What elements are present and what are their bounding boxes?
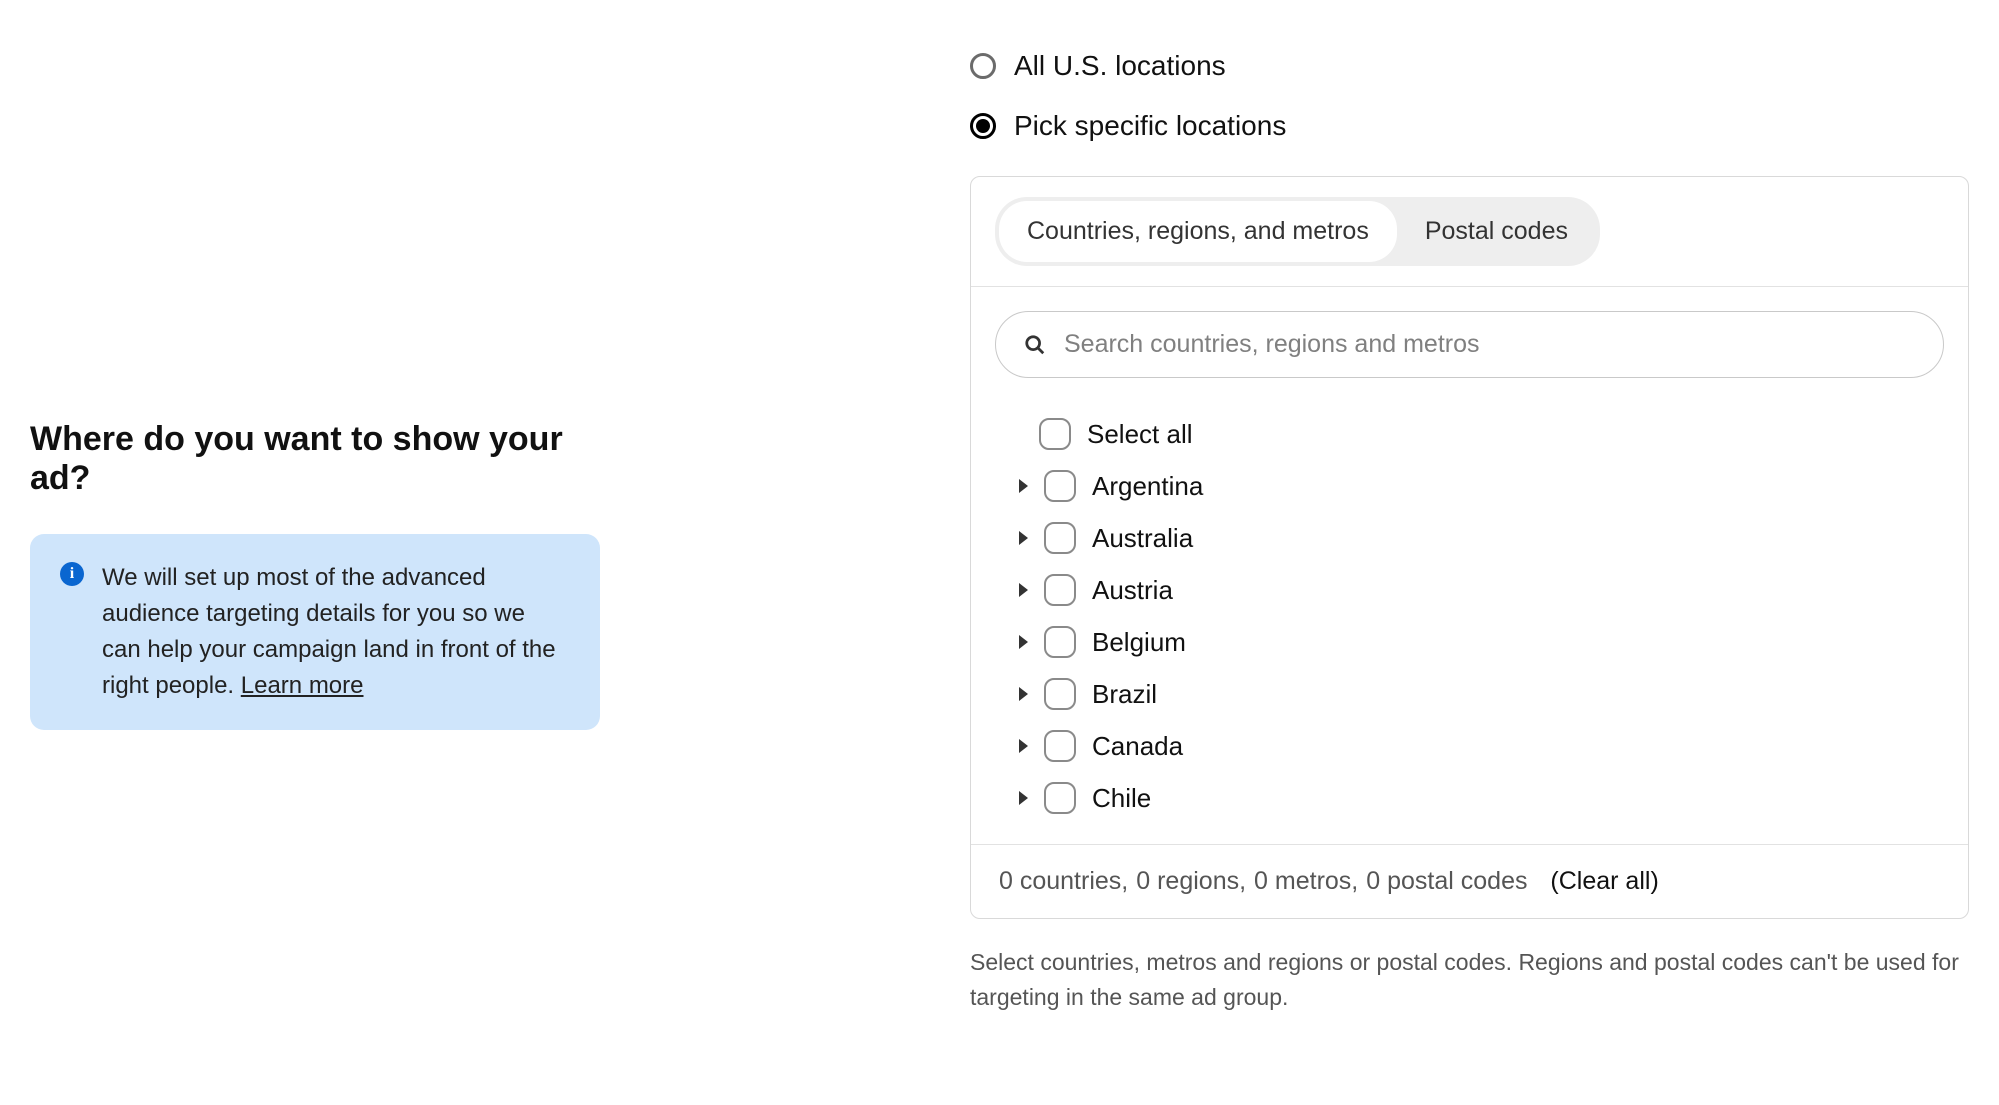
radio-label: All U.S. locations (1014, 50, 1226, 82)
expand-caret-icon[interactable] (1019, 479, 1028, 493)
select-all-row[interactable]: Select all (995, 408, 1944, 460)
country-label: Argentina (1092, 471, 1203, 502)
expand-caret-icon[interactable] (1019, 739, 1028, 753)
country-checkbox[interactable] (1044, 678, 1076, 710)
country-label: Brazil (1092, 679, 1157, 710)
radio-label: Pick specific locations (1014, 110, 1286, 142)
country-label: Belgium (1092, 627, 1186, 658)
expand-caret-icon[interactable] (1019, 687, 1028, 701)
select-all-label: Select all (1087, 419, 1193, 450)
tabs-container: Countries, regions, and metros Postal co… (971, 177, 1968, 287)
select-all-checkbox[interactable] (1039, 418, 1071, 450)
country-checkbox[interactable] (1044, 574, 1076, 606)
search-input[interactable] (1064, 330, 1915, 359)
country-list: Select all Argentina Australia Austria (971, 402, 1968, 844)
learn-more-link[interactable]: Learn more (241, 672, 364, 699)
summary-postal-codes: 0 postal codes (1366, 867, 1527, 896)
radio-option-all-us[interactable]: All U.S. locations (970, 50, 1969, 82)
country-checkbox[interactable] (1044, 626, 1076, 658)
country-checkbox[interactable] (1044, 782, 1076, 814)
expand-caret-icon[interactable] (1019, 531, 1028, 545)
tab-postal-codes[interactable]: Postal codes (1397, 201, 1596, 262)
country-row-australia[interactable]: Australia (995, 512, 1944, 564)
expand-caret-icon[interactable] (1019, 791, 1028, 805)
summary-countries: 0 countries, (999, 867, 1128, 896)
info-banner: i We will set up most of the advanced au… (30, 534, 600, 730)
search-box[interactable] (995, 311, 1944, 378)
country-checkbox[interactable] (1044, 470, 1076, 502)
locations-panel: Countries, regions, and metros Postal co… (970, 176, 1969, 919)
country-checkbox[interactable] (1044, 730, 1076, 762)
expand-caret-icon[interactable] (1019, 635, 1028, 649)
radio-icon-selected[interactable] (970, 113, 996, 139)
country-row-austria[interactable]: Austria (995, 564, 1944, 616)
info-text: We will set up most of the advanced audi… (102, 560, 570, 704)
country-label: Australia (1092, 523, 1193, 554)
tab-countries-regions-metros[interactable]: Countries, regions, and metros (999, 201, 1397, 262)
country-label: Austria (1092, 575, 1173, 606)
country-label: Chile (1092, 783, 1151, 814)
summary-regions: 0 regions, (1136, 867, 1246, 896)
summary-metros: 0 metros, (1254, 867, 1358, 896)
country-row-brazil[interactable]: Brazil (995, 668, 1944, 720)
country-checkbox[interactable] (1044, 522, 1076, 554)
radio-icon[interactable] (970, 53, 996, 79)
expand-caret-icon[interactable] (1019, 583, 1028, 597)
section-title: Where do you want to show your ad? (30, 420, 600, 498)
country-row-canada[interactable]: Canada (995, 720, 1944, 772)
radio-option-pick-specific[interactable]: Pick specific locations (970, 110, 1969, 142)
selection-summary-bar: 0 countries, 0 regions, 0 metros, 0 post… (971, 844, 1968, 918)
country-label: Canada (1092, 731, 1183, 762)
country-row-argentina[interactable]: Argentina (995, 460, 1944, 512)
country-row-chile[interactable]: Chile (995, 772, 1944, 824)
search-icon (1024, 334, 1046, 356)
info-icon: i (60, 562, 84, 586)
country-row-belgium[interactable]: Belgium (995, 616, 1944, 668)
clear-all-link[interactable]: (Clear all) (1550, 867, 1658, 896)
help-text: Select countries, metros and regions or … (970, 945, 1969, 1014)
